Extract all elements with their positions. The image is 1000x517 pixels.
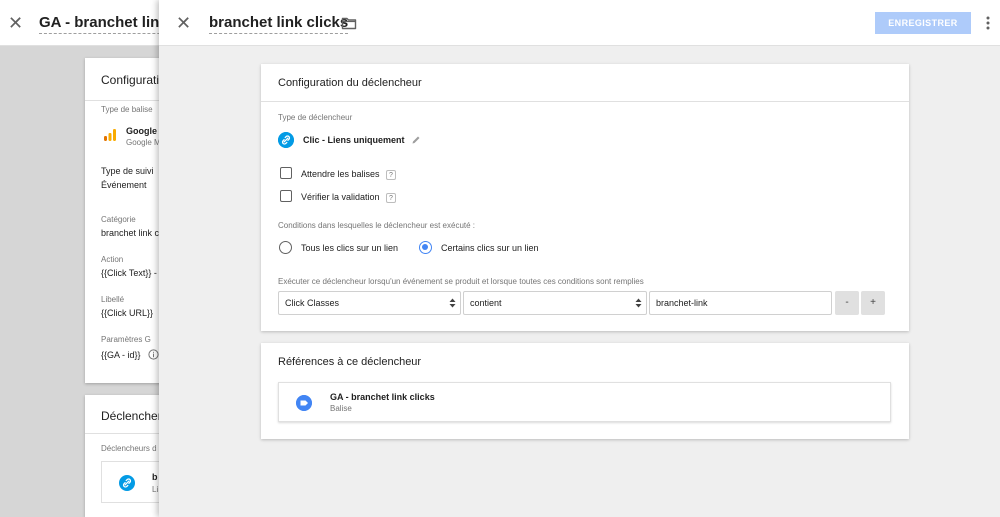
divider xyxy=(85,433,165,434)
params-label: Paramètres G xyxy=(101,335,151,344)
wait-for-tags-checkbox[interactable] xyxy=(280,167,292,179)
background-triggers-title: Déclenchem xyxy=(101,409,165,423)
radio-all-clicks[interactable] xyxy=(279,241,292,254)
reference-type: Balise xyxy=(330,404,352,413)
tag-type-name: Google xyxy=(126,126,157,136)
track-type-label: Type de suivi xyxy=(101,166,154,176)
link-icon xyxy=(119,475,135,491)
close-icon[interactable]: ✕ xyxy=(176,14,191,32)
wait-for-tags-label: Attendre les balises xyxy=(301,169,380,179)
track-type-value: Événement xyxy=(101,180,147,190)
reference-list-item[interactable]: GA - branchet link clicks Balise xyxy=(278,382,891,422)
background-trigger-sub: Li xyxy=(152,485,159,494)
radio-all-clicks-label: Tous les clics sur un lien xyxy=(301,243,399,253)
select-caret-icon xyxy=(635,298,642,308)
check-validation-label: Vérifier la validation xyxy=(301,192,380,202)
more-vert-icon[interactable] xyxy=(985,14,991,32)
params-value: {{GA - id}} xyxy=(101,350,141,360)
help-icon[interactable]: ? xyxy=(386,193,396,203)
background-close-icon[interactable]: ✕ xyxy=(8,14,26,32)
folder-icon[interactable] xyxy=(341,15,357,31)
divider xyxy=(261,101,909,102)
action-label: Action xyxy=(101,255,124,264)
label-value: {{Click URL}} xyxy=(101,308,154,318)
operator-select-value: contient xyxy=(470,298,502,308)
variable-select[interactable]: Click Classes xyxy=(278,291,461,315)
category-value: branchet link c xyxy=(101,228,160,238)
category-label: Catégorie xyxy=(101,215,136,224)
tag-icon xyxy=(296,395,312,411)
variable-select-value: Click Classes xyxy=(285,298,340,308)
condition-value-input[interactable] xyxy=(649,291,832,315)
triggers-sub-label: Déclencheurs d xyxy=(101,444,157,453)
label-label: Libellé xyxy=(101,295,125,304)
fire-conditions-label: Exécuter ce déclencheur lorsqu'un événem… xyxy=(278,277,644,286)
google-analytics-icon xyxy=(104,129,116,141)
background-config-card: Configuratio Type de balise Google Googl… xyxy=(85,58,165,383)
references-card-title: Références à ce déclencheur xyxy=(278,356,422,368)
tag-type-sub: Google M xyxy=(126,138,161,147)
save-button[interactable]: ENREGISTRER xyxy=(875,12,971,34)
help-icon[interactable]: ? xyxy=(386,170,396,180)
link-icon[interactable] xyxy=(278,132,294,148)
check-validation-checkbox[interactable] xyxy=(280,190,292,202)
trigger-references-card: Références à ce déclencheur GA - branche… xyxy=(261,343,909,439)
conditions-label: Conditions dans lesquelles le déclencheu… xyxy=(278,221,476,230)
radio-some-clicks-label: Certains clics sur un lien xyxy=(441,243,539,253)
trigger-type-label: Type de déclencheur xyxy=(278,113,353,122)
reference-name: GA - branchet link clicks xyxy=(330,392,435,402)
operator-select[interactable]: contient xyxy=(463,291,647,315)
divider xyxy=(85,100,165,101)
trigger-type-name[interactable]: Clic - Liens uniquement xyxy=(303,135,405,145)
select-caret-icon xyxy=(449,298,456,308)
background-trigger-name: b xyxy=(152,472,158,482)
config-card-title: Configuration du déclencheur xyxy=(278,77,422,89)
trigger-name-title[interactable]: branchet link clicks xyxy=(209,14,349,34)
info-icon[interactable] xyxy=(148,349,159,360)
background-trigger-item[interactable]: b Li xyxy=(101,461,165,503)
trigger-editor-panel: ✕ branchet link clicks ENREGISTRER Confi… xyxy=(159,0,1000,517)
edit-pencil-icon[interactable] xyxy=(411,135,421,145)
tag-type-label: Type de balise xyxy=(101,105,153,114)
panel-header: ✕ branchet link clicks ENREGISTRER xyxy=(159,0,1000,46)
remove-condition-button[interactable]: - xyxy=(835,291,859,315)
radio-some-clicks[interactable] xyxy=(419,241,432,254)
add-condition-button[interactable]: + xyxy=(861,291,885,315)
action-value: {{Click Text}} - xyxy=(101,268,157,278)
background-triggers-card: Déclenchem Déclencheurs d b Li xyxy=(85,395,165,517)
background-config-title: Configuratio xyxy=(101,73,165,87)
trigger-config-card: Configuration du déclencheur Type de déc… xyxy=(261,64,909,331)
